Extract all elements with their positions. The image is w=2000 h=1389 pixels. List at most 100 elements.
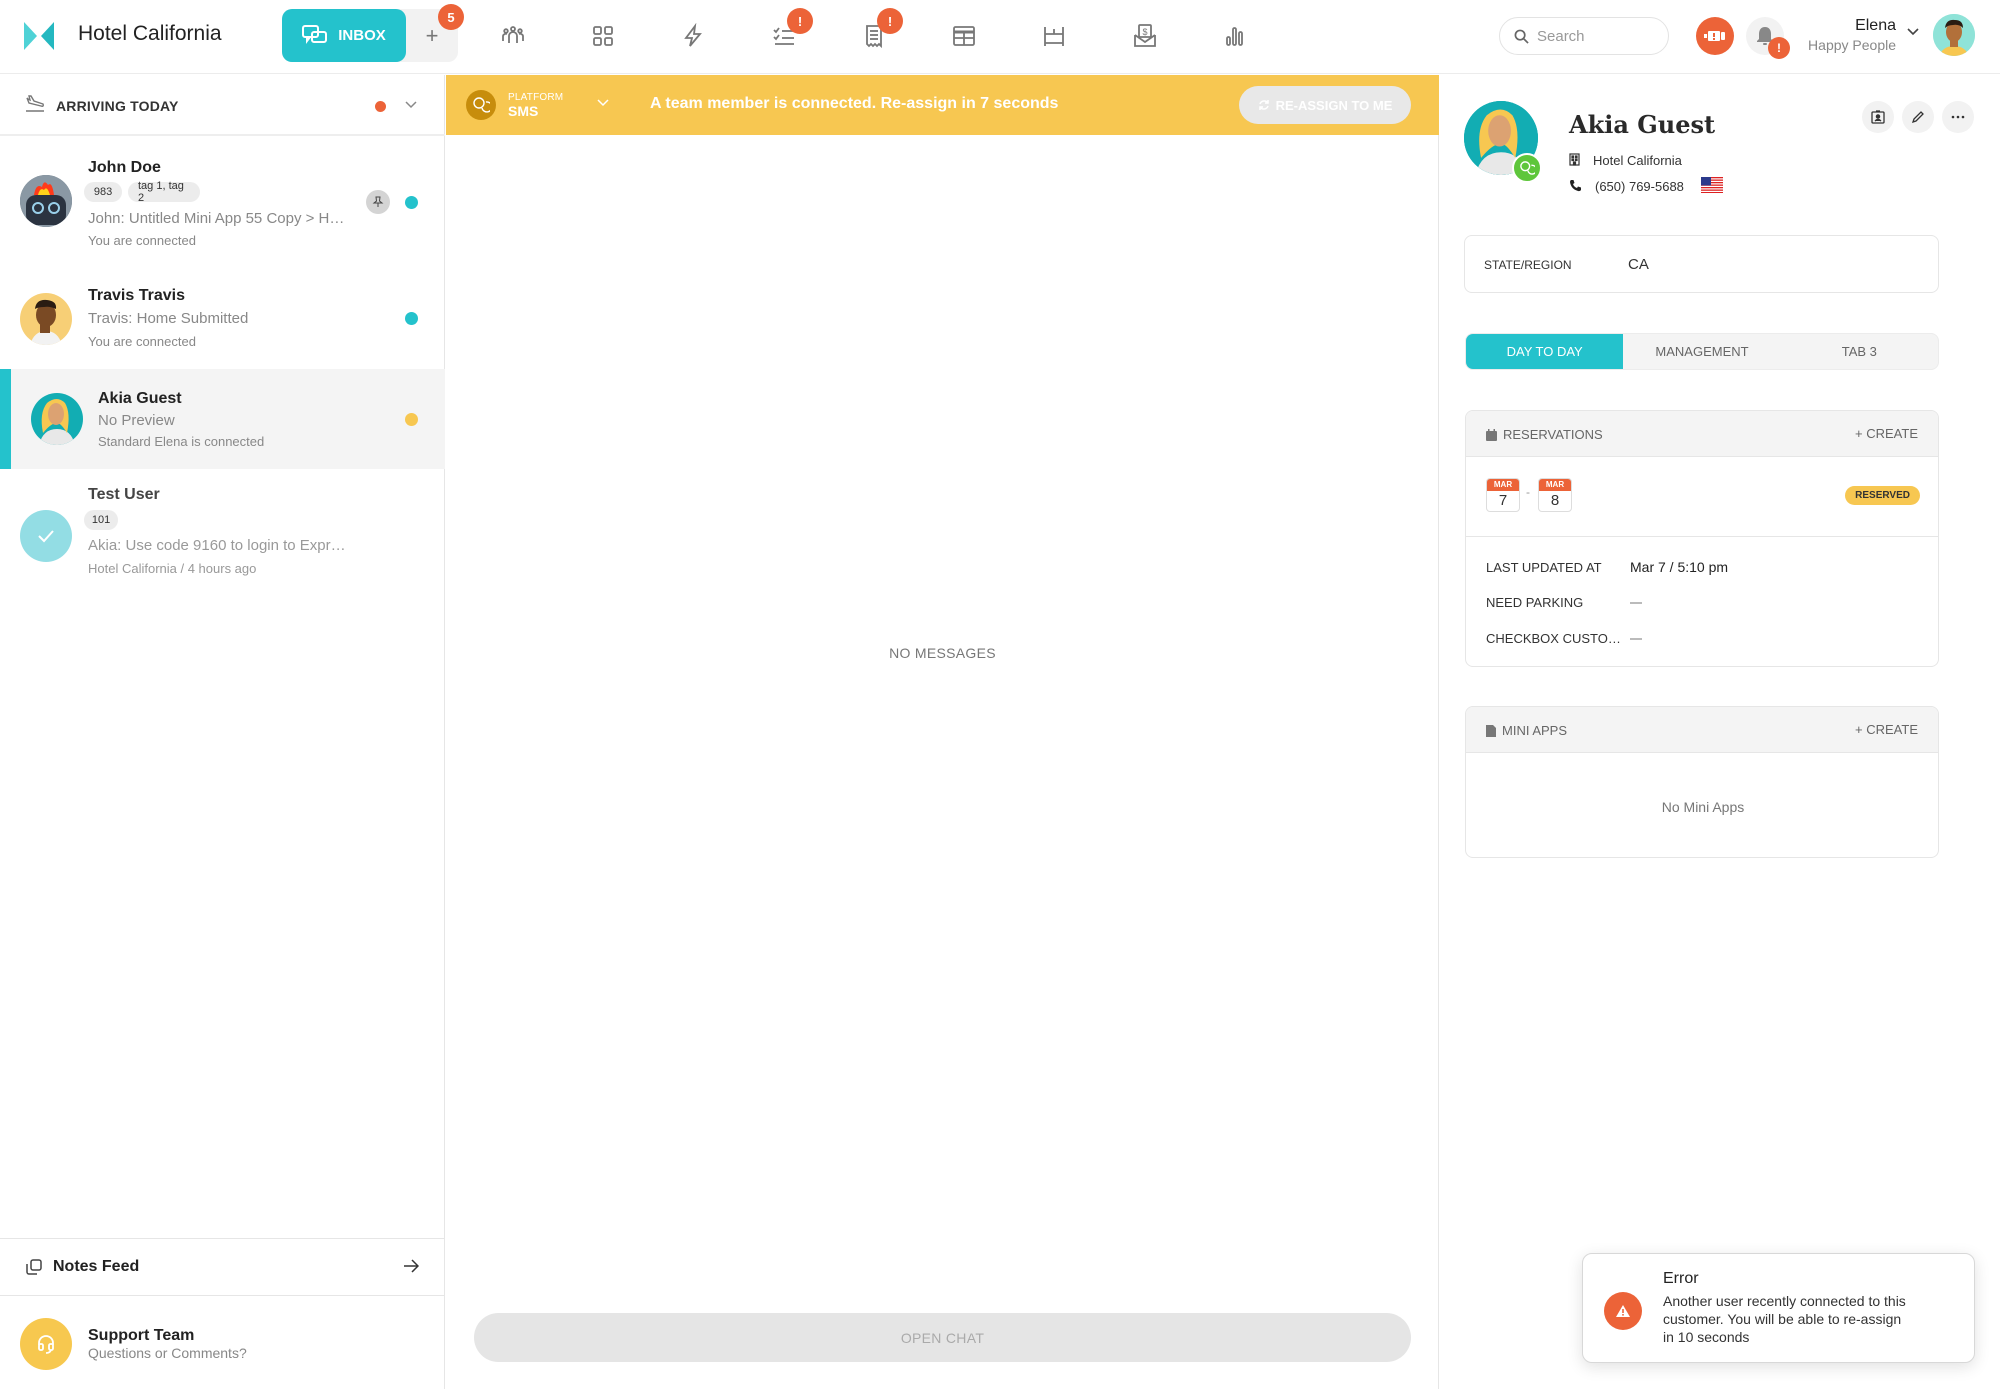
conversation-name: John Doe: [88, 159, 161, 176]
mini-apps-empty: No Mini Apps: [1661, 799, 1745, 815]
create-reservation-button[interactable]: + CREATE: [1855, 426, 1918, 441]
top-bar: Hotel California INBOX + 5 ! ! $ Search …: [0, 0, 2000, 74]
conversation-preview: Travis: Home Submitted: [88, 310, 249, 327]
search-box: [1499, 17, 1669, 55]
app-logo[interactable]: [24, 22, 54, 50]
tab-3[interactable]: TAB 3: [1781, 334, 1938, 369]
phone-icon: [1570, 180, 1581, 192]
conversation-status: Hotel California / 4 hours ago: [88, 561, 257, 576]
conversation-item[interactable]: John Doe 983 tag 1, tag 2 John: Untitled…: [0, 138, 445, 266]
ellipsis-icon: [1951, 115, 1965, 119]
user-name[interactable]: Elena: [1855, 17, 1896, 35]
reservations-card: RESERVATIONS + CREATE MAR 7 - MAR 8 RESE…: [1465, 410, 1939, 667]
checkmark-icon: [38, 530, 54, 543]
more-options-button[interactable]: [1942, 101, 1974, 133]
profile-phone[interactable]: (650) 769-5688: [1595, 179, 1684, 194]
conversation-tag: 101: [84, 510, 118, 530]
nav-payments[interactable]: $: [1129, 20, 1161, 52]
notes-icon: [26, 1259, 42, 1275]
platform-chevron-down-icon[interactable]: [597, 99, 609, 107]
state-region-value: CA: [1628, 256, 1649, 273]
conversation-tag: 983: [84, 182, 122, 202]
nav-apps[interactable]: [587, 20, 619, 52]
inbox-count-badge: 5: [438, 4, 464, 30]
nav-receipts[interactable]: !: [858, 8, 903, 52]
team-icon: [502, 26, 524, 43]
conversation-item-selected[interactable]: Akia Guest No Preview Standard Elena is …: [0, 369, 445, 469]
user-menu-chevron-icon[interactable]: [1906, 27, 1920, 37]
platform-icon: [466, 90, 496, 120]
bed-icon: [1044, 27, 1064, 46]
tab-day-to-day[interactable]: DAY TO DAY: [1466, 334, 1624, 369]
inbox-group: INBOX + 5: [282, 4, 464, 62]
reservation-status-badge: RESERVED: [1845, 486, 1920, 505]
profile-organization: Hotel California: [1593, 153, 1682, 168]
contact-card-button[interactable]: [1862, 101, 1894, 133]
receipts-alert-badge: !: [877, 8, 903, 34]
table-icon: [953, 26, 975, 46]
empty-messages-label: NO MESSAGES: [889, 645, 996, 661]
notifications-badge: !: [1768, 37, 1790, 59]
pencil-icon: [1911, 111, 1924, 124]
analytics-icon: [1226, 27, 1243, 46]
mini-apps-title: MINI APPS: [1486, 723, 1567, 738]
avatar: [31, 393, 83, 445]
nav-analytics[interactable]: [1219, 20, 1251, 52]
tasks-alert-badge: !: [787, 8, 813, 34]
conversation-item[interactable]: Travis Travis Travis: Home Submitted You…: [0, 266, 445, 369]
engine-alert-icon: [1704, 31, 1725, 41]
search-input[interactable]: [1537, 27, 1657, 45]
document-icon: [1486, 724, 1496, 737]
conversation-item[interactable]: Test User 101 Akia: Use code 9160 to log…: [0, 469, 445, 593]
tab-management[interactable]: MANAGEMENT: [1623, 334, 1780, 369]
reservation-start-date: MAR 7: [1486, 478, 1520, 512]
reservation-row[interactable]: MAR 7 - MAR 8 RESERVED: [1466, 457, 1938, 537]
open-chat-button[interactable]: OPEN CHAT: [474, 1313, 1411, 1362]
error-toast[interactable]: Error Another user recently connected to…: [1582, 1253, 1975, 1363]
nav-automations[interactable]: [677, 20, 709, 52]
edit-button[interactable]: [1902, 101, 1934, 133]
conversation-filter[interactable]: ARRIVING TODAY: [0, 75, 445, 136]
avatar: [20, 175, 72, 227]
nav-team[interactable]: [497, 20, 529, 52]
user-avatar[interactable]: [1933, 14, 1975, 56]
status-dot: [405, 413, 418, 426]
conversation-sidebar: ARRIVING TODAY John Doe 983 tag 1, tag 2…: [0, 75, 445, 1389]
conversation-preview: No Preview: [98, 412, 175, 429]
last-updated-value: Mar 7 / 5:10 pm: [1630, 559, 1729, 575]
chat-bubbles-icon: [1520, 161, 1535, 175]
status-dot: [405, 312, 418, 325]
filter-status-dot: [375, 101, 386, 112]
contact-card-icon: [1871, 110, 1885, 124]
support-avatar: [20, 1318, 72, 1370]
reservation-end-date: MAR 8: [1538, 478, 1572, 512]
banner-message: A team member is connected. Re-assign in…: [650, 95, 1059, 112]
filter-label: ARRIVING TODAY: [56, 98, 179, 114]
conversation-name: Akia Guest: [98, 390, 182, 407]
support-team-link[interactable]: Support Team Questions or Comments?: [0, 1296, 445, 1389]
nav-table[interactable]: [948, 20, 980, 52]
conversation-panel: PLATFORM SMS A team member is connected.…: [446, 75, 1439, 1389]
system-status-button[interactable]: [1696, 17, 1734, 55]
avatar: [20, 293, 72, 345]
conversation-preview: Akia: Use code 9160 to login to Expr…: [88, 537, 346, 554]
arrow-right-icon: [404, 1259, 419, 1273]
refresh-icon: [1258, 100, 1269, 110]
state-region-label: STATE/REGION: [1484, 258, 1572, 272]
nav-rooms[interactable]: [1038, 20, 1070, 52]
create-mini-app-button[interactable]: + CREATE: [1855, 722, 1918, 737]
mini-apps-card: MINI APPS + CREATE No Mini Apps: [1465, 706, 1939, 858]
nav-tasks[interactable]: !: [768, 8, 813, 52]
notifications-button[interactable]: !: [1746, 17, 1790, 59]
avatar: [20, 510, 72, 562]
platform-value[interactable]: SMS: [508, 103, 538, 119]
building-icon: [1569, 153, 1580, 166]
lightning-icon: [684, 23, 702, 47]
support-name: Support Team: [88, 1327, 195, 1344]
inbox-button[interactable]: INBOX: [282, 9, 406, 62]
chevron-down-icon[interactable]: [404, 100, 418, 110]
profile-tabs: DAY TO DAY MANAGEMENT TAB 3: [1465, 333, 1939, 370]
pin-button[interactable]: [366, 190, 390, 214]
notes-feed-link[interactable]: Notes Feed: [0, 1238, 445, 1296]
reassign-to-me-button[interactable]: RE-ASSIGN TO ME: [1239, 86, 1411, 124]
